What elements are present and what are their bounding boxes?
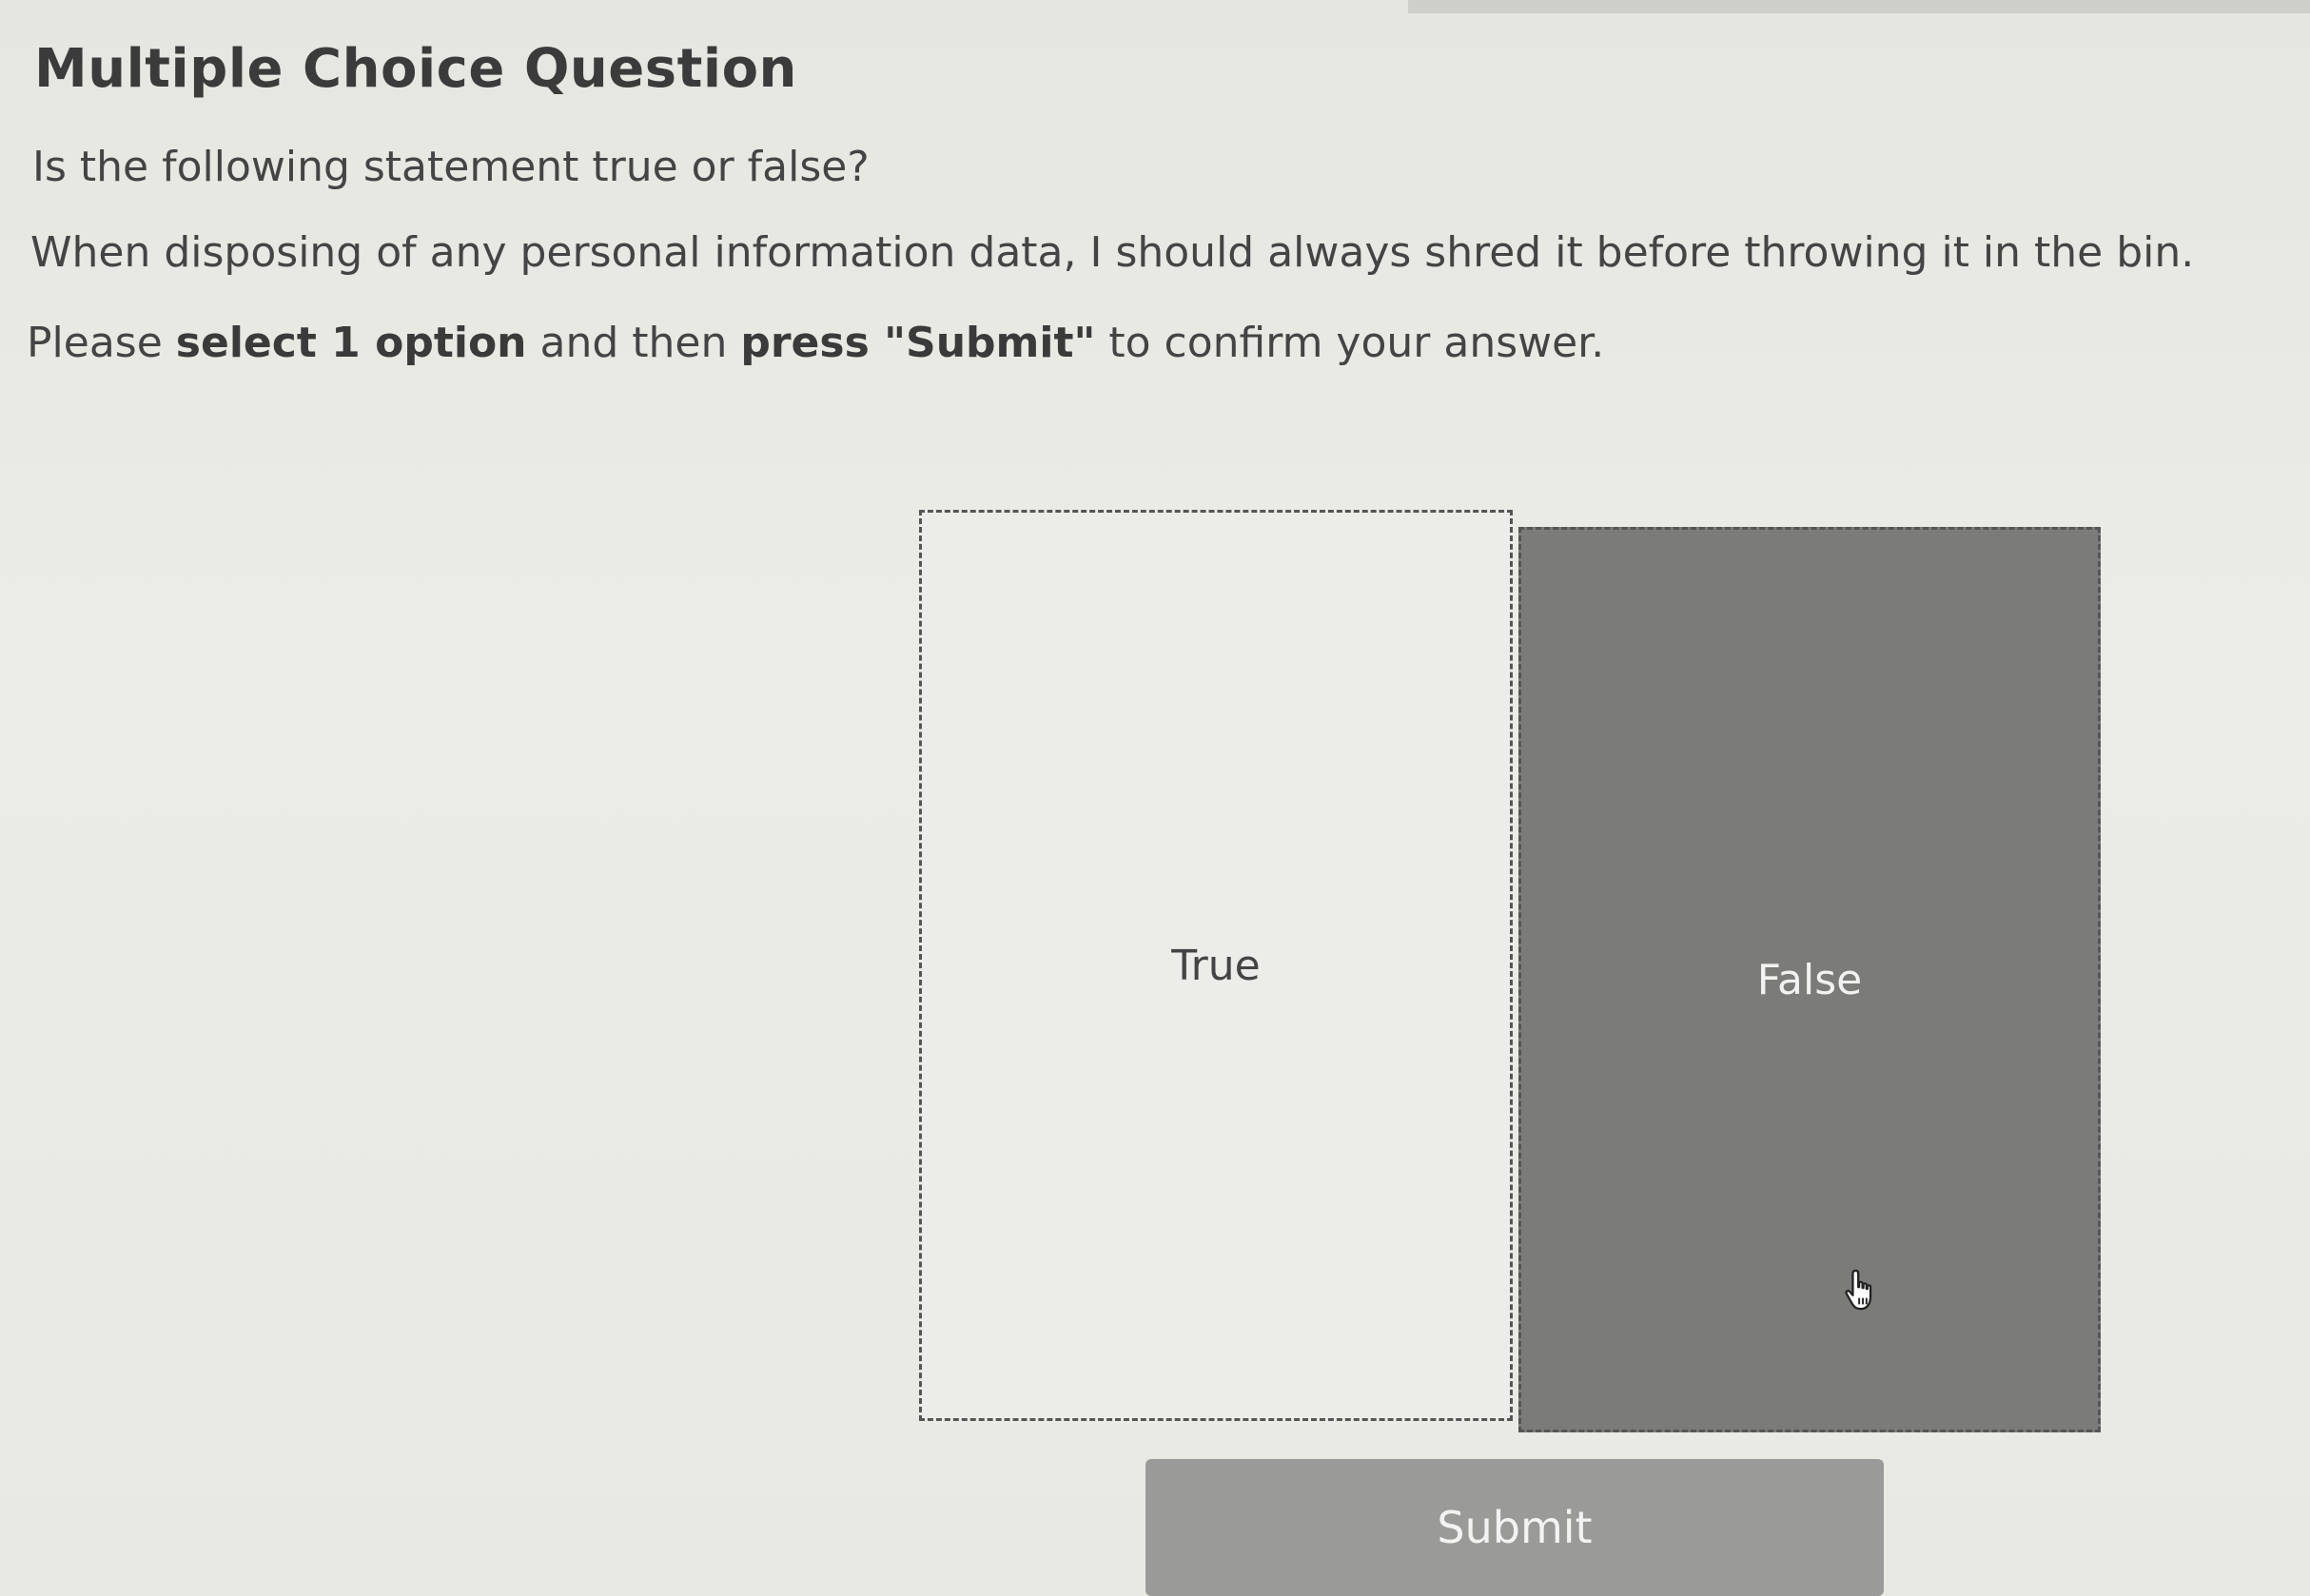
option-false-label: False: [1756, 955, 1863, 1004]
instructions-part-4: press "Submit": [740, 319, 1096, 367]
option-true-label: True: [1171, 941, 1261, 990]
statement-text: When disposing of any personal informati…: [30, 228, 2195, 277]
instructions-part-3: and then: [526, 319, 741, 367]
option-false-selected[interactable]: False: [1518, 527, 2101, 1432]
instructions-part-5: to confirm your answer.: [1095, 319, 1605, 367]
option-true[interactable]: True: [919, 510, 1513, 1421]
page: Multiple Choice Question Is the followin…: [0, 0, 2310, 1596]
top-edge-bar: [1408, 0, 2310, 13]
instructions-part-1: Please: [27, 319, 176, 367]
instructions-part-2: select 1 option: [175, 319, 527, 367]
hand-pointer-icon: [1845, 1269, 1872, 1311]
page-title: Multiple Choice Question: [34, 38, 797, 100]
instructions-text: Please select 1 option and then press "S…: [27, 319, 1604, 367]
question-text: Is the following statement true or false…: [32, 143, 870, 191]
submit-button[interactable]: Submit: [1145, 1459, 1884, 1596]
